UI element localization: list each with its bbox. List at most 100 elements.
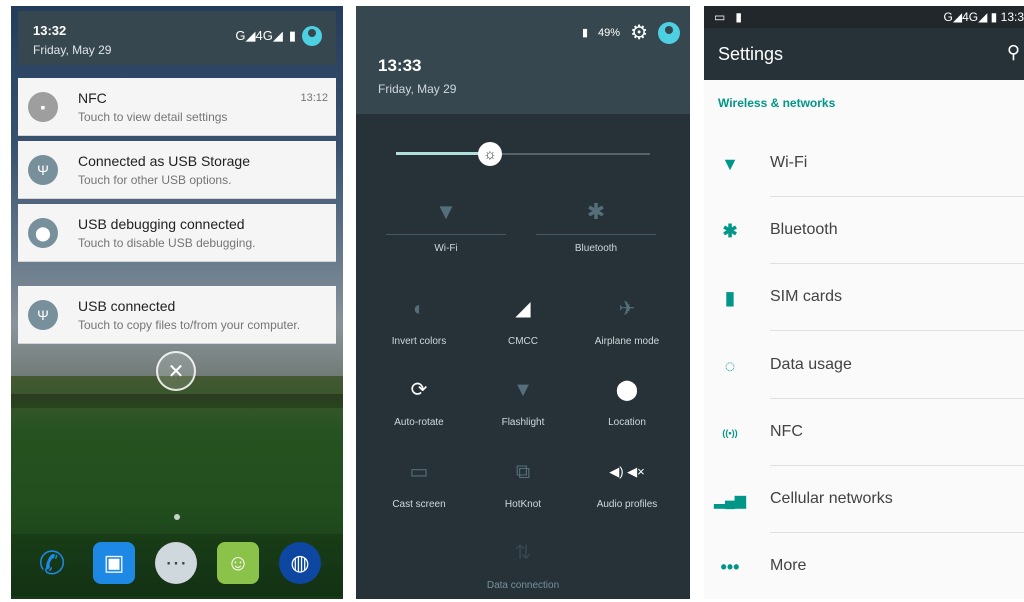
tile-label: Cast screen [392,499,446,510]
tile-label: Data connection [486,580,560,591]
tile-label: Wi-Fi [434,243,458,254]
quick-settings-screen: ▮ 49% ⚙ 13:33 Friday, May 29 ☼ ▼ Wi-Fi ✱… [356,6,690,599]
notification-card[interactable]: ⬤ USB debugging connected Touch to disab… [18,204,336,262]
settings-item-nfc[interactable]: ((•)) NFC [704,399,1024,466]
section-header: Wireless & networks [718,96,836,110]
nfc-sim-icon: ▪ [28,92,58,122]
messaging-app-icon[interactable]: ☺ [217,542,259,584]
shade-header[interactable]: 13:32 Friday, May 29 G◢4G◢ ▮ [18,11,336,65]
settings-item-label: Wi-Fi [770,154,808,171]
settings-item-label: SIM cards [770,288,843,305]
settings-screen: ▭ ▮ G◢4G◢ ▮ 13:3 Settings ⚲ Wireless & n… [704,6,1024,599]
status-time: 13:3 [1000,10,1024,24]
settings-item-label: More [770,557,807,574]
home-dock: ✆ ▣ ⋯ ☺ ◍ [11,534,343,596]
app-drawer-icon[interactable]: ⋯ [155,542,197,584]
status-left-icons: ▭ ▮ [714,10,742,24]
notification-subtitle: Touch for other USB options. [78,173,232,187]
bluetooth-off-icon: ✱ [586,199,606,224]
brightness-icon[interactable]: ☼ [477,142,502,166]
shade-status-icons: G◢4G◢ ▮ [235,26,322,46]
tile-label: Auto-rotate [394,417,444,428]
tile-label: CMCC [508,336,538,347]
notification-subtitle: Touch to copy files to/from your compute… [78,318,301,332]
tile-flashlight[interactable]: ▼ Flashlight [468,375,578,428]
settings-item-label: Bluetooth [770,221,838,238]
notification-subtitle: Touch to view detail settings [78,110,228,124]
settings-item-wifi[interactable]: ▼ Wi-Fi [704,130,1024,197]
status-network: G◢4G◢ ▮ [943,10,998,24]
bluetooth-icon: ✱ [722,220,738,241]
android-debug-icon: ⬤ [28,218,58,248]
wifi-off-icon: ▼ [435,199,457,224]
battery-icon: ▮ [288,28,296,43]
sim-notification-icon: ▮ [735,10,742,24]
wifi-icon: ▼ [721,153,739,174]
tile-label: Invert colors [391,336,447,347]
battery-percent: 49% [598,26,621,39]
notification-title: NFC [78,90,107,106]
airplane-icon: ✈ [618,298,636,320]
notification-subtitle: Touch to disable USB debugging. [78,236,256,250]
notification-card[interactable]: Ψ Connected as USB Storage Touch for oth… [18,141,336,199]
tile-audio-profiles[interactable]: ◀) ◀× Audio profiles [572,457,682,510]
browser-app-icon[interactable]: ◍ [279,542,321,584]
invert-colors-icon: ◐ [412,298,426,320]
search-icon[interactable]: ⚲ [1007,42,1020,63]
qs-status-icons: ▮ 49% ⚙ [582,20,680,45]
cellular-bars-icon: ▂▄▆ [714,491,746,508]
row-divider [770,330,1024,331]
settings-item-cellular-networks[interactable]: ▂▄▆ Cellular networks [704,466,1024,533]
settings-item-sim-cards[interactable]: ▮ SIM cards [704,264,1024,331]
tile-invert-colors[interactable]: ◐ Invert colors [364,294,474,347]
tile-label: Flashlight [501,417,545,428]
tile-bluetooth[interactable]: ✱ Bluetooth [536,194,656,254]
contacts-app-icon[interactable]: ▣ [93,542,135,584]
nfc-icon: ((•)) [722,428,738,438]
settings-item-bluetooth[interactable]: ✱ Bluetooth [704,197,1024,264]
sim-card-icon: ▮ [725,287,735,308]
phone-app-icon[interactable]: ✆ [31,542,73,584]
audio-profiles-icon: ◀) ◀× [609,464,645,479]
tile-data-connection[interactable]: ⇅ Data connection [468,538,578,591]
notification-card[interactable]: Ψ USB connected Touch to copy files to/f… [18,286,336,344]
tile-label: Audio profiles [596,499,658,510]
settings-item-label: NFC [770,423,803,440]
usb-icon: Ψ [28,300,58,330]
gear-icon[interactable]: ⚙ [630,20,648,45]
brightness-slider-fill [396,152,490,155]
settings-item-more[interactable]: ••• More [704,533,1024,599]
settings-item-label: Cellular networks [770,490,893,507]
tile-location[interactable]: ⬤ Location [572,375,682,428]
tile-divider [386,234,506,235]
notification-time: 13:12 [300,92,328,104]
tile-hotknot[interactable]: ⧉ HotKnot [468,457,578,510]
tile-label: HotKnot [504,499,542,510]
tile-airplane-mode[interactable]: ✈ Airplane mode [572,294,682,347]
tile-wifi[interactable]: ▼ Wi-Fi [386,194,506,254]
data-usage-icon: ◌ [724,355,736,376]
shade-time: 13:32 [33,23,67,38]
settings-item-label: Data usage [770,356,852,373]
data-connection-icon: ⇅ [514,542,532,564]
user-avatar-icon[interactable] [658,21,680,44]
settings-item-data-usage[interactable]: ◌ Data usage [704,332,1024,399]
qs-time: 13:33 [378,56,422,75]
screenshot-notification-icon: ▭ [714,10,726,24]
location-pin-icon: ⬤ [615,379,639,401]
usb-icon: Ψ [28,155,58,185]
hotknot-icon: ⧉ [515,461,531,483]
tile-cmcc[interactable]: ◢ CMCC [468,294,578,347]
tile-divider [536,234,656,235]
clear-all-icon[interactable]: ✕ [156,351,196,391]
notification-title: Connected as USB Storage [78,153,250,169]
cast-icon: ▭ [409,461,429,483]
auto-rotate-icon: ⟳ [410,379,428,401]
status-right: G◢4G◢ ▮ 13:3 [944,10,1024,24]
tile-cast-screen[interactable]: ▭ Cast screen [364,457,474,510]
flashlight-icon: ▼ [513,379,533,401]
user-avatar-icon[interactable] [302,26,322,46]
network-signal-text: G◢4G◢ [235,28,283,43]
notification-card[interactable]: ▪ NFC Touch to view detail settings 13:1… [18,78,336,136]
tile-auto-rotate[interactable]: ⟳ Auto-rotate [364,375,474,428]
